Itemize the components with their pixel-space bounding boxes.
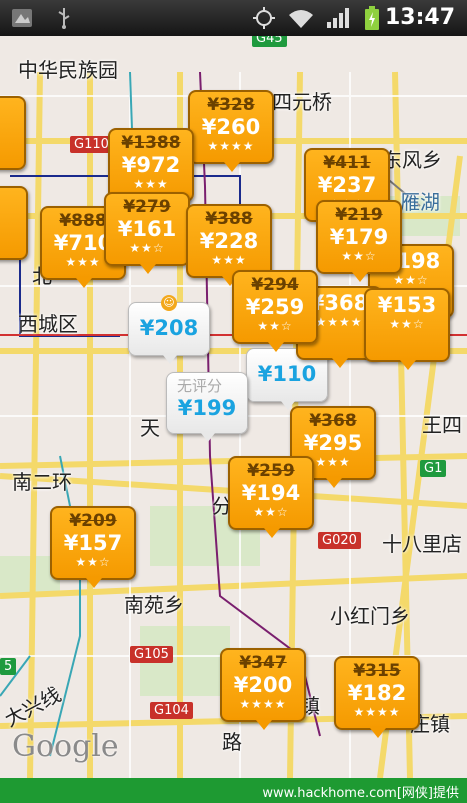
road-shield: G020: [318, 532, 361, 549]
status-bar: 13:47: [0, 0, 467, 36]
original-price: ¥259: [247, 461, 295, 481]
original-price: ¥294: [251, 275, 299, 295]
hotel-price: ¥179: [329, 225, 389, 249]
hotel-price: ¥295: [303, 431, 363, 455]
place-label: 南二环: [12, 470, 72, 494]
hotel-price: ¥194: [241, 481, 301, 505]
road-shield: G105: [130, 646, 173, 663]
google-logo: Google: [12, 729, 119, 764]
original-price: ¥388: [205, 209, 253, 229]
hotel-price: ¥199: [177, 396, 237, 420]
place-label: 中华民族园: [18, 58, 118, 82]
hotel-price: ¥200: [233, 673, 293, 697]
hotel-price: ¥259: [245, 295, 305, 319]
hotel-price: ¥110: [257, 362, 317, 386]
star-rating: ★★☆: [129, 241, 165, 255]
hotel-marker[interactable]: ¥328 ¥260 ★★★★: [188, 90, 274, 172]
hotel-marker[interactable]: ¥153 ★★☆: [364, 288, 450, 370]
hotel-marker-unrated[interactable]: ☺ ¥208: [128, 295, 210, 364]
star-rating: ★★☆: [257, 319, 293, 333]
star-rating: ★★★★: [239, 697, 287, 711]
original-price: ¥279: [123, 197, 171, 217]
place-label: 四元桥: [272, 90, 332, 114]
star-rating: ★★☆: [389, 317, 425, 331]
place-label: 小红门乡: [330, 604, 410, 628]
watermark-text: www.hackhome.com[网侠]提供: [262, 786, 459, 801]
star-rating: ★★★: [133, 177, 169, 191]
road-shield: G104: [150, 702, 193, 719]
gps-icon: [252, 6, 276, 30]
place-label: 雁湖: [400, 190, 440, 214]
hotel-marker[interactable]: ¥315 ¥182 ★★★★: [334, 656, 420, 738]
hotel-marker[interactable]: ¥294 ¥259 ★★☆: [232, 270, 318, 352]
hotel-price: ¥260: [201, 115, 261, 139]
hotel-price: ¥237: [317, 173, 377, 197]
road-shield: G110: [70, 136, 113, 153]
battery-charging-icon: [362, 6, 382, 30]
star-rating: ★★☆: [75, 555, 111, 569]
hotel-price: ¥972: [121, 153, 181, 177]
place-label: 十八里店: [382, 532, 462, 556]
clock: 13:47: [384, 5, 455, 30]
original-price: ¥368: [309, 411, 357, 431]
usb-icon: [52, 6, 76, 30]
original-price: ¥347: [239, 653, 287, 673]
hotel-marker[interactable]: ¥388 ¥228 ★★★: [186, 204, 272, 286]
hotel-price: ¥208: [139, 316, 199, 340]
hotel-marker[interactable]: ¥347 ¥200 ★★★★: [220, 648, 306, 730]
footer-bar: www.hackhome.com[网侠]提供: [0, 778, 467, 803]
place-label: 路: [222, 730, 242, 754]
hotel-price: ¥157: [63, 531, 123, 555]
wifi-icon: [287, 6, 315, 30]
place-label: 天: [140, 416, 160, 440]
hotel-price: ¥153: [377, 293, 437, 317]
road-shield: 5: [0, 658, 17, 675]
hotel-marker-unrated[interactable]: 无评分 ¥199: [166, 372, 248, 442]
place-label: 东风乡: [382, 148, 442, 172]
face-icon: ☺: [161, 295, 177, 311]
star-rating: ★★☆: [393, 273, 429, 287]
hotel-marker[interactable]: ¥1388 ¥972 ★★★: [108, 128, 194, 210]
star-rating: ★★★★: [353, 705, 401, 719]
map-view[interactable]: 中华民族园 四元桥 东风乡 雁湖 西城区 王四 南二环 天 分 十八里店 南苑乡…: [0, 36, 467, 778]
star-rating: ★★★★: [207, 139, 255, 153]
original-price: ¥328: [207, 95, 255, 115]
hotel-price: ¥228: [199, 229, 259, 253]
hotel-marker[interactable]: ¥219 ¥179 ★★☆: [316, 200, 402, 282]
star-rating: ★★☆: [253, 505, 289, 519]
hotel-marker-edge[interactable]: [0, 96, 26, 170]
hotel-price: ¥161: [117, 217, 177, 241]
original-price: ¥1388: [121, 133, 181, 153]
original-price: ¥411: [323, 153, 371, 173]
star-rating: ★★☆: [341, 249, 377, 263]
original-price: ¥315: [353, 661, 401, 681]
hotel-marker-edge[interactable]: [0, 186, 28, 260]
place-label: 西城区: [18, 312, 78, 336]
image-notification-icon: [8, 6, 36, 30]
original-price: ¥209: [69, 511, 117, 531]
signal-icon: [325, 6, 351, 30]
star-rating: ★★★: [211, 253, 247, 267]
road-shield: G1: [420, 460, 447, 477]
road-shield: G45: [252, 36, 287, 47]
hotel-marker[interactable]: ¥279 ¥161 ★★☆: [104, 192, 190, 274]
place-label: 南苑乡: [124, 593, 184, 617]
no-rating-label: 无评分: [177, 377, 223, 395]
hotel-price: ¥182: [347, 681, 407, 705]
original-price: ¥219: [335, 205, 383, 225]
hotel-marker[interactable]: ¥259 ¥194 ★★☆: [228, 456, 314, 538]
hotel-marker[interactable]: ¥209 ¥157 ★★☆: [50, 506, 136, 588]
place-label: 王四: [422, 413, 462, 437]
